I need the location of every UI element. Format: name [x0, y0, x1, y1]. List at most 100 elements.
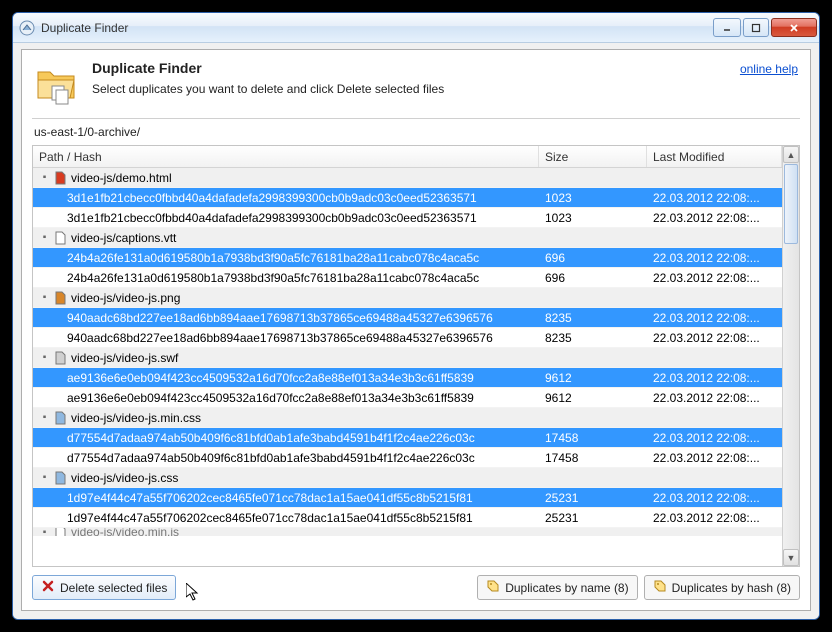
row-size: 696: [539, 251, 647, 265]
table-row-partial[interactable]: ▪video-js/video.min.js: [33, 528, 782, 536]
row-modified: 22.03.2012 22:08:...: [647, 511, 782, 525]
table-row[interactable]: 1d97e4f44c47a55f706202cec8465fe071cc78da…: [33, 508, 782, 528]
table-row[interactable]: 940aadc68bd227ee18ad6bb894aae17698713b37…: [33, 308, 782, 328]
expand-icon[interactable]: ▪: [39, 412, 50, 423]
maximize-button[interactable]: [743, 18, 769, 37]
row-modified: 22.03.2012 22:08:...: [647, 191, 782, 205]
html-icon: [53, 171, 67, 185]
row-modified: 22.03.2012 22:08:...: [647, 311, 782, 325]
row-size: 696: [539, 271, 647, 285]
row-modified: 22.03.2012 22:08:...: [647, 271, 782, 285]
row-path-text: video-js/video-js.swf: [71, 351, 178, 365]
row-path-text: ae9136e6e0eb094f423cc4509532a16d70fcc2a8…: [67, 391, 474, 405]
row-path-text: 1d97e4f44c47a55f706202cec8465fe071cc78da…: [67, 511, 473, 525]
row-size: 1023: [539, 191, 647, 205]
expand-icon[interactable]: ▪: [39, 292, 50, 303]
table-row[interactable]: ▪ video-js/video-js.png: [33, 288, 782, 308]
row-size: 9612: [539, 391, 647, 405]
row-size: 25231: [539, 491, 647, 505]
table-row[interactable]: 1d97e4f44c47a55f706202cec8465fe071cc78da…: [33, 488, 782, 508]
vertical-scrollbar[interactable]: ▲ ▼: [782, 146, 799, 566]
png-icon: [53, 291, 67, 305]
table-row[interactable]: d77554d7adaa974ab50b409f6c81bfd0ab1afe3b…: [33, 428, 782, 448]
table-row[interactable]: 24b4a26fe131a0d619580b1a7938bd3f90a5fc76…: [33, 248, 782, 268]
table-row[interactable]: ▪ video-js/captions.vtt: [33, 228, 782, 248]
swf-icon: [53, 351, 67, 365]
row-path-text: d77554d7adaa974ab50b409f6c81bfd0ab1afe3b…: [67, 431, 475, 445]
duplicates-by-hash-label: Duplicates by hash (8): [672, 581, 791, 595]
row-path-text: video-js/video-js.png: [71, 291, 180, 305]
row-path-text: 3d1e1fb21cbecc0fbbd40a4dafadefa299839930…: [67, 191, 477, 205]
row-modified: 22.03.2012 22:08:...: [647, 431, 782, 445]
online-help-link[interactable]: online help: [740, 62, 798, 76]
table-row[interactable]: d77554d7adaa974ab50b409f6c81bfd0ab1afe3b…: [33, 448, 782, 468]
row-path-text: video-js/demo.html: [71, 171, 172, 185]
expand-icon[interactable]: ▪: [39, 528, 50, 536]
page-title: Duplicate Finder: [92, 60, 740, 76]
css-icon: [53, 411, 67, 425]
file-icon: [53, 231, 67, 245]
titlebar[interactable]: Duplicate Finder: [13, 13, 819, 43]
app-icon: [19, 20, 35, 36]
row-size: 17458: [539, 451, 647, 465]
row-path-text: 940aadc68bd227ee18ad6bb894aae17698713b37…: [67, 331, 493, 345]
table-row[interactable]: 24b4a26fe131a0d619580b1a7938bd3f90a5fc76…: [33, 268, 782, 288]
row-path-text: ae9136e6e0eb094f423cc4509532a16d70fcc2a8…: [67, 371, 474, 385]
row-modified: 22.03.2012 22:08:...: [647, 391, 782, 405]
table-header: Path / Hash Size Last Modified: [33, 146, 782, 168]
scroll-up-arrow[interactable]: ▲: [783, 146, 799, 163]
delete-selected-button[interactable]: Delete selected files: [32, 575, 176, 600]
current-path: us-east-1/0-archive/: [22, 119, 810, 145]
table-row[interactable]: 3d1e1fb21cbecc0fbbd40a4dafadefa299839930…: [33, 208, 782, 228]
table-row[interactable]: 3d1e1fb21cbecc0fbbd40a4dafadefa299839930…: [33, 188, 782, 208]
row-modified: 22.03.2012 22:08:...: [647, 371, 782, 385]
column-header-size[interactable]: Size: [539, 146, 647, 167]
table-row[interactable]: ae9136e6e0eb094f423cc4509532a16d70fcc2a8…: [33, 388, 782, 408]
row-modified: 22.03.2012 22:08:...: [647, 211, 782, 225]
app-window: Duplicate Finder Duplicate Finder: [12, 12, 820, 620]
window-title: Duplicate Finder: [41, 21, 713, 35]
table-row[interactable]: ae9136e6e0eb094f423cc4509532a16d70fcc2a8…: [33, 368, 782, 388]
row-modified: 22.03.2012 22:08:...: [647, 331, 782, 345]
css-icon: [53, 471, 67, 485]
table-row[interactable]: 940aadc68bd227ee18ad6bb894aae17698713b37…: [33, 328, 782, 348]
delete-icon: [41, 579, 55, 596]
expand-icon[interactable]: ▪: [39, 352, 50, 363]
row-path-text: video-js/video-js.min.css: [71, 411, 201, 425]
duplicates-by-name-button[interactable]: Duplicates by name (8): [477, 575, 637, 600]
row-path-text: 24b4a26fe131a0d619580b1a7938bd3f90a5fc76…: [67, 271, 479, 285]
expand-icon[interactable]: ▪: [39, 172, 50, 183]
row-modified: 22.03.2012 22:08:...: [647, 251, 782, 265]
row-path-text: video-js/captions.vtt: [71, 231, 176, 245]
row-path-text: d77554d7adaa974ab50b409f6c81bfd0ab1afe3b…: [67, 451, 475, 465]
scroll-track[interactable]: [783, 245, 799, 549]
row-size: 25231: [539, 511, 647, 525]
row-modified: 22.03.2012 22:08:...: [647, 491, 782, 505]
row-path-text: 1d97e4f44c47a55f706202cec8465fe071cc78da…: [67, 491, 473, 505]
column-header-modified[interactable]: Last Modified: [647, 146, 782, 167]
expand-icon[interactable]: ▪: [39, 472, 50, 483]
scroll-thumb[interactable]: [784, 164, 798, 244]
row-size: 17458: [539, 431, 647, 445]
delete-selected-label: Delete selected files: [60, 581, 167, 595]
table-row[interactable]: ▪ video-js/video-js.css: [33, 468, 782, 488]
table-row[interactable]: ▪ video-js/video-js.swf: [33, 348, 782, 368]
row-modified: 22.03.2012 22:08:...: [647, 451, 782, 465]
table-row[interactable]: ▪ video-js/demo.html: [33, 168, 782, 188]
duplicates-by-hash-button[interactable]: Duplicates by hash (8): [644, 575, 800, 600]
main-panel: Duplicate Finder Select duplicates you w…: [21, 49, 811, 611]
close-button[interactable]: [771, 18, 817, 37]
row-path-text: 940aadc68bd227ee18ad6bb894aae17698713b37…: [67, 311, 493, 325]
duplicates-by-name-label: Duplicates by name (8): [505, 581, 628, 595]
page-subtitle: Select duplicates you want to delete and…: [92, 82, 740, 96]
expand-icon[interactable]: ▪: [39, 232, 50, 243]
minimize-button[interactable]: [713, 18, 741, 37]
table-rows: ▪ video-js/demo.html 3d1e1fb21cbecc0fbbd40…: [33, 168, 782, 536]
row-path-text: video-js/video-js.css: [71, 471, 178, 485]
duplicates-table: Path / Hash Size Last Modified ▪video-js…: [32, 145, 800, 567]
table-row[interactable]: ▪ video-js/video-js.min.css: [33, 408, 782, 428]
row-size: 8235: [539, 311, 647, 325]
scroll-down-arrow[interactable]: ▼: [783, 549, 799, 566]
column-header-path[interactable]: Path / Hash: [33, 146, 539, 167]
row-path-text: 24b4a26fe131a0d619580b1a7938bd3f90a5fc76…: [67, 251, 479, 265]
